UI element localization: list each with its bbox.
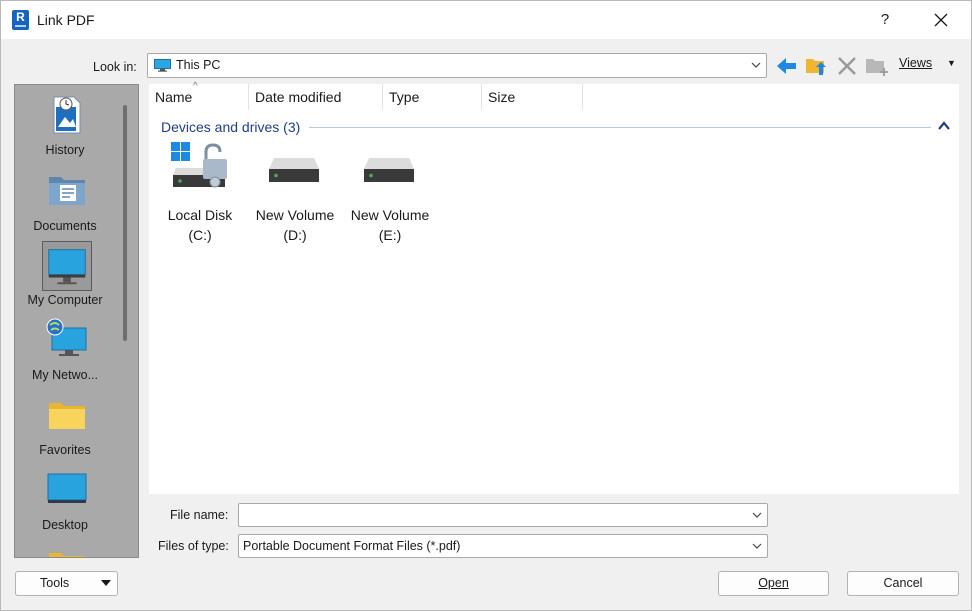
column-header-name[interactable]: Name ^ — [149, 81, 249, 110]
look-in-value: This PC — [176, 58, 221, 72]
link-pdf-dialog: R Link PDF ? Look in: This PC Views ▼ Hi… — [0, 0, 972, 611]
place-label: My Computer — [27, 293, 103, 307]
sort-ascending-icon: ^ — [193, 81, 198, 92]
back-arrow-icon — [777, 58, 796, 74]
this-pc-icon — [154, 59, 171, 72]
file-name-label: File name: — [170, 508, 229, 522]
place-label: History — [45, 143, 85, 157]
create-folder-button[interactable] — [865, 55, 889, 77]
drive-letter: (C:) — [188, 227, 212, 243]
place-my-network[interactable]: My Netwo... — [15, 312, 122, 387]
delete-button[interactable] — [835, 55, 859, 77]
drive-icon — [364, 158, 414, 182]
drive-label: New Volume — [255, 207, 335, 223]
system-drive-icon — [171, 142, 227, 188]
views-menu-button[interactable]: Views ▼ — [899, 56, 956, 74]
close-button[interactable] — [927, 7, 955, 33]
documents-icon — [49, 177, 85, 205]
window-title: Link PDF — [37, 12, 95, 28]
column-header-date-modified[interactable]: Date modified — [249, 84, 383, 110]
drive-item-c[interactable]: Local Disk (C:) — [152, 142, 248, 252]
help-button[interactable]: ? — [873, 7, 897, 33]
up-one-level-button[interactable] — [805, 55, 829, 77]
drive-item-d[interactable]: New Volume (D:) — [247, 142, 343, 252]
column-header-type[interactable]: Type — [383, 84, 482, 110]
drive-letter: (E:) — [378, 227, 402, 243]
place-label: Desktop — [42, 518, 88, 532]
file-type-value: Portable Document Format Files (*.pdf) — [243, 539, 461, 553]
drive-label: Local Disk — [167, 207, 233, 223]
place-partial-folder[interactable] — [15, 537, 122, 557]
file-name-input[interactable] — [239, 504, 747, 526]
cancel-label: Cancel — [883, 576, 923, 590]
places-bar: History Documents My Computer My Netwo..… — [14, 84, 139, 558]
drive-letter: (D:) — [283, 227, 307, 243]
chevron-down-icon[interactable] — [750, 59, 762, 71]
my-computer-icon — [42, 241, 92, 291]
group-divider — [309, 127, 931, 128]
delete-icon — [838, 57, 856, 75]
tools-button[interactable]: Tools — [15, 571, 118, 596]
open-button[interactable]: Open — [718, 571, 829, 596]
place-label: Documents — [33, 219, 97, 233]
revit-app-icon: R — [12, 10, 29, 30]
file-name-combo[interactable] — [238, 503, 768, 527]
desktop-icon — [47, 473, 87, 503]
column-label: Size — [488, 89, 516, 105]
close-icon — [934, 13, 948, 27]
column-label: Type — [389, 89, 420, 105]
chevron-down-icon[interactable] — [751, 509, 763, 521]
place-my-computer[interactable]: My Computer — [15, 237, 122, 312]
places-scrollbar-thumb[interactable] — [123, 105, 127, 341]
look-in-combo[interactable]: This PC — [147, 53, 767, 78]
favorites-folder-icon — [49, 403, 85, 429]
caret-down-icon: ▼ — [947, 58, 956, 68]
title-bar: R Link PDF ? — [1, 1, 971, 39]
history-icon — [53, 96, 81, 134]
column-header-size[interactable]: Size — [482, 84, 583, 110]
drive-item-e[interactable]: New Volume (E:) — [342, 142, 438, 252]
file-type-label: Files of type: — [158, 539, 229, 553]
folder-icon — [49, 553, 85, 557]
place-desktop[interactable]: Desktop — [15, 462, 122, 537]
place-documents[interactable]: Documents — [15, 163, 122, 238]
cancel-button[interactable]: Cancel — [847, 571, 959, 596]
tools-label: Tools — [40, 576, 70, 590]
drive-label: New Volume — [350, 207, 430, 223]
place-label: My Netwo... — [32, 368, 98, 382]
caret-down-icon — [101, 580, 111, 586]
collapse-chevron-icon[interactable] — [937, 120, 951, 132]
group-header-devices-and-drives[interactable]: Devices and drives (3) — [161, 119, 300, 135]
drive-icon — [269, 158, 319, 182]
look-in-label: Look in: — [93, 60, 137, 74]
place-favorites[interactable]: Favorites — [15, 387, 122, 462]
new-folder-icon — [866, 59, 888, 76]
views-label: Views — [899, 56, 933, 70]
column-label: Date modified — [255, 89, 342, 105]
open-label: Open — [758, 576, 789, 590]
chevron-down-icon[interactable] — [751, 540, 763, 552]
file-list: Name ^ Date modified Type Size Devices a… — [149, 81, 959, 494]
file-type-select[interactable]: Portable Document Format Files (*.pdf) — [238, 534, 768, 558]
place-history[interactable]: History — [15, 87, 122, 162]
network-icon — [46, 318, 87, 356]
back-button[interactable] — [775, 55, 799, 77]
up-folder-icon — [806, 59, 826, 75]
column-label: Name — [155, 89, 193, 105]
place-label: Favorites — [39, 443, 91, 457]
